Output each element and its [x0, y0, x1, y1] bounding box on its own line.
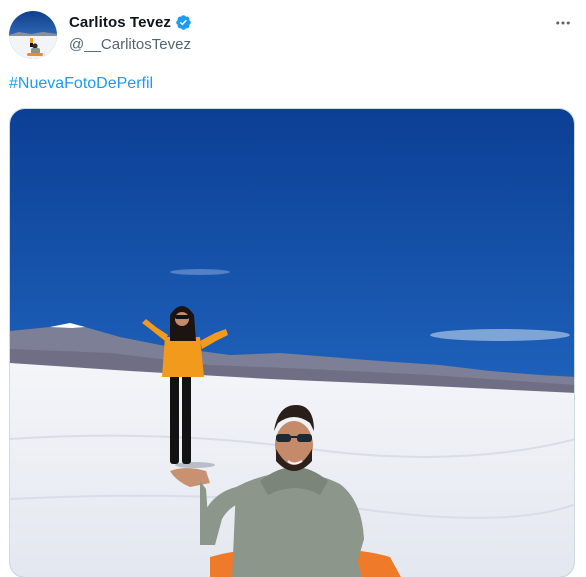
- verified-badge-icon[interactable]: [175, 14, 192, 31]
- tweet-photo[interactable]: [9, 108, 575, 577]
- profile-photo-icon: [9, 11, 57, 59]
- hashtag-link[interactable]: #NuevaFotoDePerfil: [9, 75, 153, 93]
- photo-image: [10, 109, 574, 577]
- tweet-card[interactable]: Carlitos Tevez @__CarlitosTevez #NuevaFo…: [0, 0, 586, 577]
- avatar[interactable]: [9, 11, 57, 59]
- user-handle[interactable]: @__CarlitosTevez: [69, 36, 191, 53]
- author-name-row[interactable]: Carlitos Tevez: [69, 14, 192, 31]
- more-options-icon[interactable]: [552, 12, 574, 34]
- display-name[interactable]: Carlitos Tevez: [69, 14, 171, 31]
